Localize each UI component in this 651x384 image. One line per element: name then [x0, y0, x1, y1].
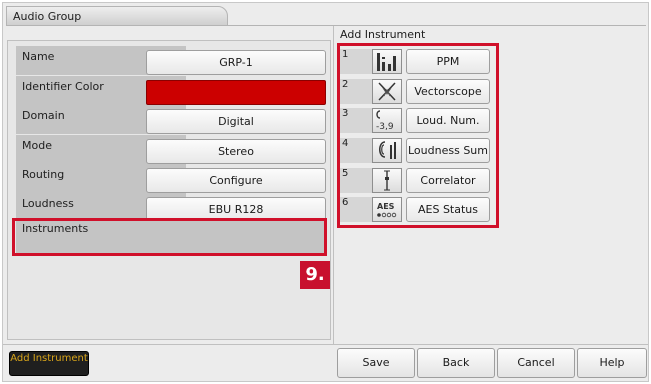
- routing-button[interactable]: Configure: [146, 168, 326, 193]
- bottom-divider: [3, 344, 648, 345]
- back-button[interactable]: Back: [417, 348, 495, 378]
- cancel-button[interactable]: Cancel: [497, 348, 575, 378]
- window-title-tab: Audio Group: [6, 6, 228, 26]
- callout-badge: 9.: [300, 261, 330, 289]
- title-divider: [6, 25, 646, 26]
- save-button[interactable]: Save: [337, 348, 415, 378]
- help-button[interactable]: Help: [577, 348, 647, 378]
- add-instrument-heading: Add Instrument: [340, 28, 426, 41]
- panel-divider: [333, 26, 334, 344]
- add-instrument-highlight-frame: [337, 43, 499, 228]
- mode-button[interactable]: Stereo: [146, 139, 326, 164]
- domain-button[interactable]: Digital: [146, 109, 326, 134]
- identifier-color-swatch[interactable]: [146, 80, 326, 105]
- name-button[interactable]: GRP-1: [146, 50, 326, 75]
- add-instrument-button[interactable]: Add Instrument: [9, 351, 89, 376]
- instruments-highlight-frame: [12, 218, 327, 256]
